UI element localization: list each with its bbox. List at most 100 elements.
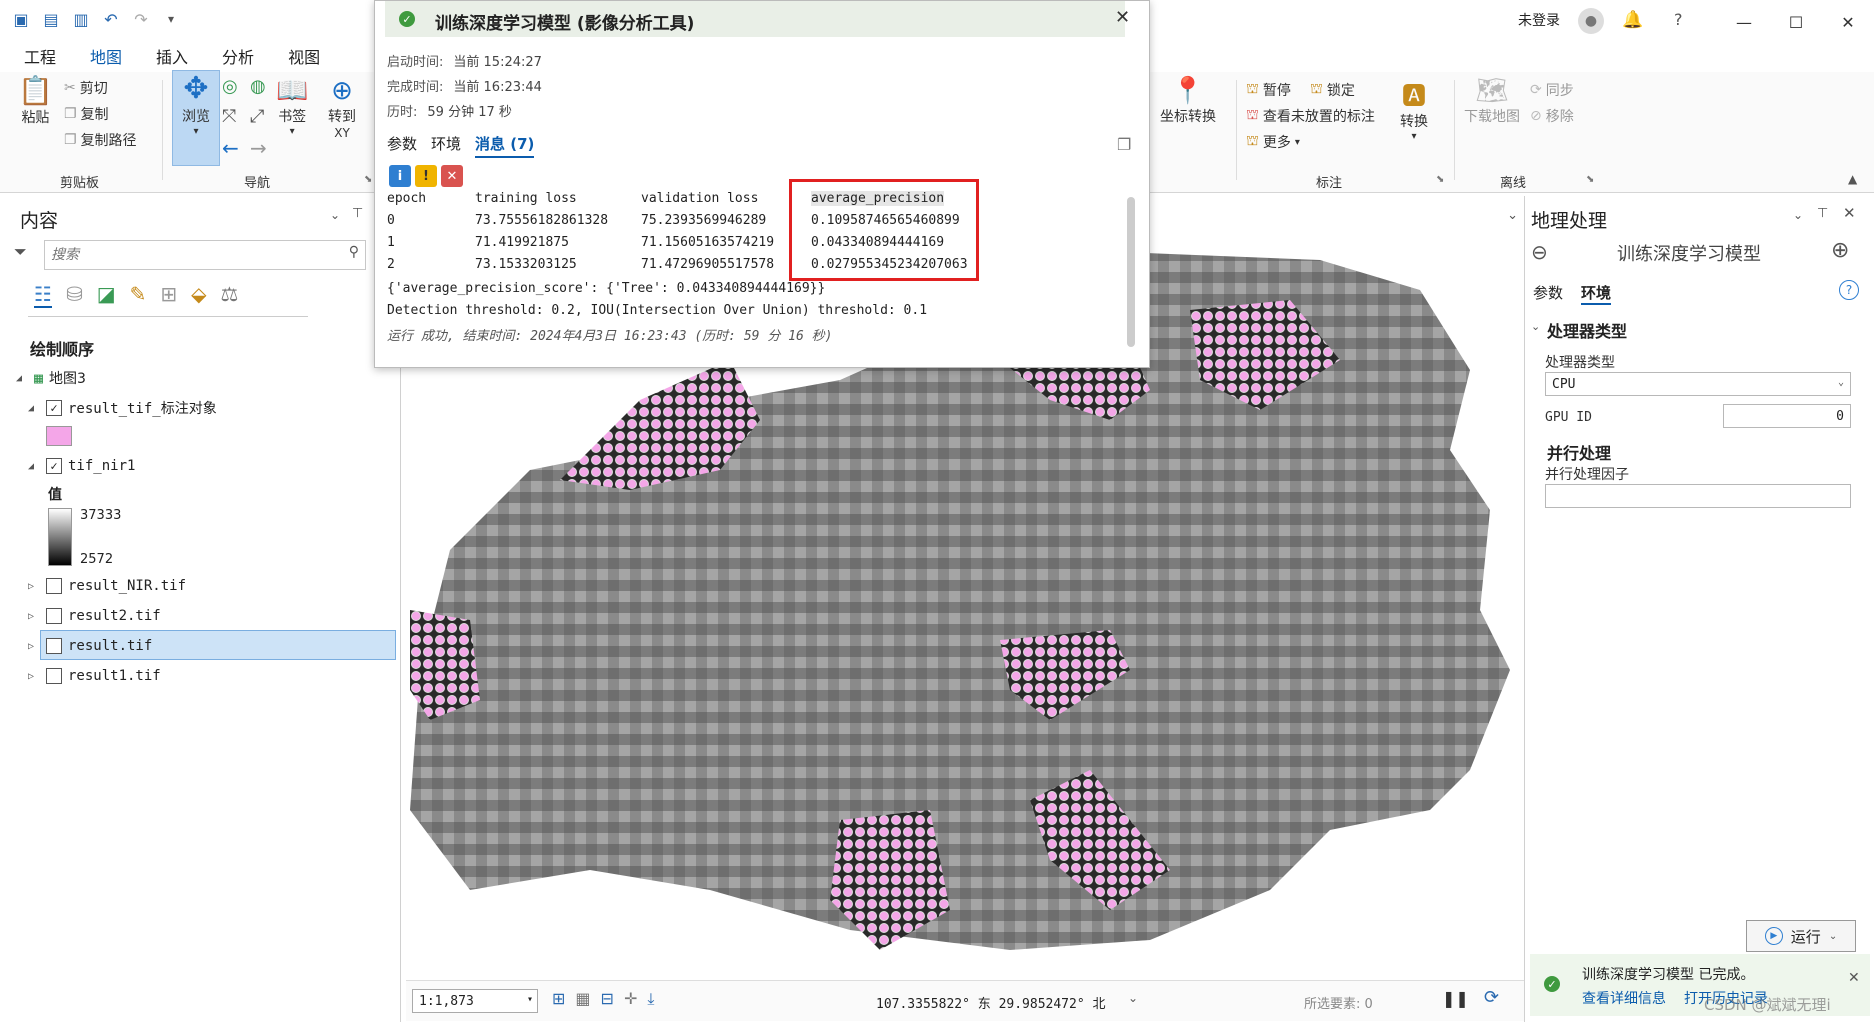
minimize-icon[interactable]: — xyxy=(1718,6,1770,38)
collapse-ribbon-icon[interactable]: ▲ xyxy=(1848,172,1857,186)
grid-icon[interactable]: ▦ xyxy=(575,989,590,1009)
scale-selector[interactable]: 1:1,873 ▾ xyxy=(412,989,538,1013)
tab-environments[interactable]: 环境 xyxy=(431,133,461,158)
info-filter-icon[interactable]: i xyxy=(389,165,411,187)
tab-parameters[interactable]: 参数 xyxy=(387,133,417,158)
layer-visibility-checkbox[interactable] xyxy=(46,578,62,594)
full-extent-icon[interactable]: ◎ xyxy=(222,76,238,97)
user-status[interactable]: 未登录 xyxy=(1518,10,1560,30)
pin-icon[interactable]: ⊤ xyxy=(352,206,363,221)
north-arrow-icon[interactable]: ⤓ xyxy=(647,989,654,1009)
processor-type-select[interactable]: CPU ⌄ xyxy=(1545,372,1851,396)
collapsed-caret-icon[interactable]: ▷ xyxy=(28,611,40,622)
layer-row[interactable]: ▷ result_NIR.tif xyxy=(28,578,186,594)
save-icon[interactable]: ▥ xyxy=(70,8,92,30)
tree-map-node[interactable]: ◢ ▦ 地图3 xyxy=(16,368,86,388)
bookmark-button[interactable]: 📖 书签 ▾ xyxy=(276,76,308,137)
warning-filter-icon[interactable]: ! xyxy=(415,165,437,187)
crosshair-icon[interactable]: ✛ xyxy=(624,989,637,1009)
collapsed-caret-icon[interactable]: ▷ xyxy=(28,641,40,652)
data-source-icon[interactable]: ⛁ xyxy=(66,282,83,308)
remove-button[interactable]: ⊘ 移除 xyxy=(1530,106,1574,126)
pin-icon[interactable]: ⊤ xyxy=(1817,206,1828,221)
layer-visibility-checkbox[interactable] xyxy=(46,638,62,654)
selection-icon[interactable]: ◪ xyxy=(97,282,116,308)
view-unplaced-labels-button[interactable]: ⛫ 查看未放置的标注 xyxy=(1246,106,1375,126)
lock-labels-button[interactable]: ⛫ 锁定 xyxy=(1310,80,1355,100)
cut-button[interactable]: ✂ 剪切 xyxy=(64,78,108,98)
view-details-link[interactable]: 查看详细信息 xyxy=(1582,988,1666,1008)
pane-menu-icon[interactable]: ⌄ xyxy=(1793,208,1803,222)
browse-button[interactable]: ✥ 浏览 ▾ xyxy=(172,70,220,166)
help-icon[interactable]: ? xyxy=(1674,10,1683,29)
maximize-icon[interactable]: ☐ xyxy=(1770,6,1822,38)
symbol-swatch[interactable] xyxy=(46,426,72,446)
forward-arrow-icon[interactable]: → xyxy=(250,136,267,160)
error-filter-icon[interactable]: ✕ xyxy=(441,165,463,187)
layer-visibility-checkbox[interactable]: ✓ xyxy=(46,400,62,416)
notification-bell-icon[interactable]: 🔔 xyxy=(1622,10,1643,30)
back-arrow-icon[interactable]: ← xyxy=(222,136,239,160)
layer-visibility-checkbox[interactable]: ✓ xyxy=(46,458,62,474)
stretch-ramp[interactable] xyxy=(48,508,72,566)
close-window-icon[interactable]: ✕ xyxy=(1822,6,1874,38)
zoom-out-fixed-icon[interactable]: ⤢ xyxy=(250,106,264,127)
layer-visibility-checkbox[interactable] xyxy=(46,608,62,624)
new-project-icon[interactable]: ▣ xyxy=(10,8,32,30)
drawing-order-icon[interactable]: ☷ xyxy=(34,282,52,308)
open-folder-icon[interactable]: ▤ xyxy=(40,8,62,30)
search-icon[interactable]: ⚲ xyxy=(349,244,359,260)
dialog-launcher-icon[interactable]: ⬊ xyxy=(364,174,372,185)
redo-icon[interactable]: ↷ xyxy=(130,8,152,30)
sync-button[interactable]: ⟳ 同步 xyxy=(1530,80,1574,100)
labeling-icon[interactable]: ⬙ xyxy=(191,282,206,308)
perspective-icon[interactable]: ⚖ xyxy=(221,282,239,308)
help-icon[interactable]: ? xyxy=(1839,280,1859,300)
previous-extent-icon[interactable]: ◍ xyxy=(250,76,266,97)
dialog-launcher-icon[interactable]: ⬊ xyxy=(1586,174,1594,185)
back-icon[interactable]: ⊖ xyxy=(1531,240,1548,264)
convert-coordinates-button[interactable]: 📍 坐标转换 xyxy=(1160,76,1216,126)
copy-button[interactable]: ❐ 复制 xyxy=(64,104,109,124)
dialog-launcher-icon[interactable]: ⬊ xyxy=(1436,174,1444,185)
layer-row[interactable]: ◢ ✓ tif_nir1 xyxy=(28,458,135,474)
coordinate-format-icon[interactable]: ⌄ xyxy=(1128,991,1138,1005)
section-collapse-icon[interactable]: ⌄ xyxy=(1531,320,1540,333)
tab-gp-environments[interactable]: 环境 xyxy=(1581,282,1612,305)
expand-caret-icon[interactable]: ◢ xyxy=(16,373,28,384)
pane-menu-icon[interactable]: ⌄ xyxy=(330,208,340,222)
snapping-icon[interactable]: ⊞ xyxy=(160,282,177,308)
gpu-id-input[interactable]: 0 xyxy=(1723,404,1851,428)
more-labeling-button[interactable]: ⛫ 更多 ▾ xyxy=(1246,132,1300,152)
collapsed-caret-icon[interactable]: ▷ xyxy=(28,671,40,682)
zoom-in-fixed-icon[interactable]: ⤧ xyxy=(222,106,236,127)
search-input[interactable] xyxy=(45,241,333,267)
pause-drawing-icon[interactable]: ❚❚ xyxy=(1442,989,1469,1008)
expand-caret-icon[interactable]: ◢ xyxy=(28,461,40,472)
collapsed-caret-icon[interactable]: ▷ xyxy=(28,581,40,592)
close-popup-icon[interactable]: ✕ xyxy=(1115,7,1130,28)
scale-option-icon[interactable]: ⊞ xyxy=(552,989,565,1009)
layer-row[interactable]: ▷ result2.tif xyxy=(28,608,161,624)
undo-icon[interactable]: ↶ xyxy=(100,8,122,30)
tab-project[interactable]: 工程 xyxy=(24,44,56,75)
tab-gp-parameters[interactable]: 参数 xyxy=(1533,282,1563,303)
close-banner-icon[interactable]: ✕ xyxy=(1848,970,1860,986)
parallel-factor-input[interactable] xyxy=(1545,484,1851,508)
convert-labels-button[interactable]: 🅰 转换 ▾ xyxy=(1400,76,1428,142)
tab-map[interactable]: 地图 xyxy=(90,44,123,75)
download-map-button[interactable]: 🗺 下载地图 xyxy=(1464,76,1520,126)
layer-row[interactable]: ◢ ✓ result_tif_标注对象 xyxy=(28,398,217,418)
close-pane-icon[interactable]: ✕ xyxy=(1843,204,1856,222)
run-button[interactable]: ▶ 运行 ⌄ xyxy=(1746,920,1856,952)
copy-path-button[interactable]: ❐ 复制路径 xyxy=(64,130,137,150)
layer-row[interactable]: ▷ result.tif xyxy=(28,638,152,654)
customize-toolbar-icon[interactable]: ▾ xyxy=(160,8,182,30)
tab-analysis[interactable]: 分析 xyxy=(222,44,254,75)
tab-messages[interactable]: 消息 (7) xyxy=(475,133,535,158)
refresh-icon[interactable]: ⟳ xyxy=(1484,987,1499,1008)
tab-view[interactable]: 视图 xyxy=(288,44,320,75)
copy-messages-icon[interactable]: ❐ xyxy=(1117,135,1131,154)
paste-button[interactable]: 📋 粘贴 xyxy=(18,74,53,127)
expand-caret-icon[interactable]: ◢ xyxy=(28,403,40,414)
